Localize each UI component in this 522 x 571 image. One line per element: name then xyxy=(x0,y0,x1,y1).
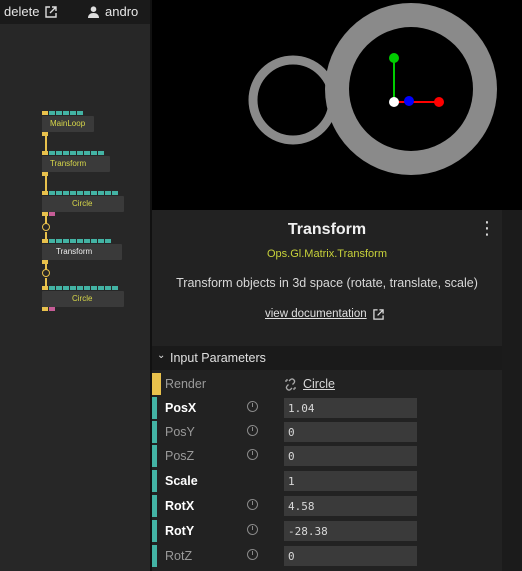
section-title: Input Parameters xyxy=(170,351,266,365)
param-name: RotZ xyxy=(165,549,193,563)
param-row-roty: RotY -28.38 xyxy=(152,519,502,543)
user-name: andro xyxy=(105,4,139,19)
animate-clock-icon[interactable] xyxy=(247,499,258,510)
param-row-posx: PosX 1.04 xyxy=(152,396,502,420)
port-type-indicator xyxy=(152,421,157,443)
param-input-rotz[interactable]: 0 xyxy=(284,546,417,566)
patch-op-circle-2[interactable]: Circle xyxy=(42,286,124,311)
external-link-icon xyxy=(45,5,58,18)
param-row-posy: PosY 0 xyxy=(152,420,502,444)
right-panel-strip xyxy=(502,210,522,571)
param-name: PosX xyxy=(165,401,197,415)
port-type-indicator xyxy=(152,520,157,542)
param-name: RotX xyxy=(165,499,195,513)
gizmo-x-handle[interactable] xyxy=(434,97,444,107)
param-input-posx[interactable]: 1.04 xyxy=(284,398,417,418)
op-inspector: Transform ⋮ Ops.Gl.Matrix.Transform Tran… xyxy=(152,210,502,571)
large-ring-hole xyxy=(349,27,473,151)
param-input-posz[interactable]: 0 xyxy=(284,446,417,466)
op-description: Transform objects in 3d space (rotate, t… xyxy=(176,276,478,290)
small-ring xyxy=(248,55,338,145)
doc-link-label: view documentation xyxy=(265,308,367,320)
patch-op-mainloop[interactable]: MainLoop xyxy=(42,111,94,136)
op-input-ports xyxy=(42,286,118,290)
view-documentation-link[interactable]: view documentation xyxy=(265,308,384,320)
param-name: PosY xyxy=(165,425,195,439)
user-menu[interactable]: andro xyxy=(88,4,138,19)
animate-clock-icon[interactable] xyxy=(247,425,258,436)
link-connector[interactable] xyxy=(42,269,50,277)
param-input-scale[interactable]: 1 xyxy=(284,471,417,491)
op-output-ports xyxy=(42,132,48,136)
delete-button[interactable]: delete xyxy=(4,4,58,19)
param-input-posy[interactable]: 0 xyxy=(284,422,417,442)
op-namespace: Ops.Gl.Matrix.Transform xyxy=(267,248,387,260)
param-name: PosZ xyxy=(165,449,195,463)
canvas-scene xyxy=(248,3,497,175)
port-type-indicator xyxy=(152,373,161,395)
op-label: Circle xyxy=(72,199,93,208)
patch-topbar: delete andro xyxy=(0,0,150,24)
port-type-indicator xyxy=(152,445,157,467)
animate-clock-icon[interactable] xyxy=(247,401,258,412)
op-output-ports xyxy=(42,307,55,311)
param-input-rotx[interactable]: 4.58 xyxy=(284,496,417,516)
render-canvas[interactable] xyxy=(152,0,522,210)
port-type-indicator xyxy=(152,495,157,517)
animate-clock-icon[interactable] xyxy=(247,524,258,535)
param-row-scale: Scale 1 xyxy=(152,469,502,493)
op-label: Transform xyxy=(50,159,87,168)
port-type-indicator xyxy=(152,397,157,419)
op-output-ports xyxy=(42,212,55,216)
op-input-ports xyxy=(42,239,111,243)
patch-op-circle[interactable]: Circle xyxy=(42,191,124,216)
gizmo-center-handle[interactable] xyxy=(389,97,399,107)
param-name: RotY xyxy=(165,524,195,538)
user-icon xyxy=(88,5,99,18)
animate-clock-icon[interactable] xyxy=(247,549,258,560)
chevron-down-icon: ⌄ xyxy=(157,350,166,361)
input-parameters-header[interactable]: ⌄ Input Parameters xyxy=(152,346,502,370)
link-connector[interactable] xyxy=(42,223,50,231)
op-input-ports xyxy=(42,111,83,115)
gizmo-y-handle[interactable] xyxy=(389,53,399,63)
op-label: MainLoop xyxy=(50,119,86,128)
port-type-indicator xyxy=(152,545,157,567)
op-output-ports xyxy=(42,172,48,176)
op-input-ports xyxy=(42,191,118,195)
patch-op-transform-2[interactable]: Transform xyxy=(42,239,122,264)
unlink-icon xyxy=(285,377,296,391)
animate-clock-icon[interactable] xyxy=(247,449,258,460)
delete-label: delete xyxy=(4,4,40,19)
param-row-posz: PosZ 0 xyxy=(152,444,502,468)
kebab-menu-icon[interactable]: ⋮ xyxy=(478,219,496,237)
op-label: Transform xyxy=(56,247,93,256)
param-row-rotz: RotZ 0 xyxy=(152,544,502,568)
param-name: Scale xyxy=(165,474,198,488)
patch-editor[interactable]: delete andro MainLoop Transform Circle T… xyxy=(0,0,150,571)
patch-op-transform[interactable]: Transform xyxy=(42,151,110,176)
param-row-rotx: RotX 4.58 xyxy=(152,494,502,518)
canvas-side xyxy=(502,0,522,210)
op-title: Transform xyxy=(287,221,367,238)
param-input-roty[interactable]: -28.38 xyxy=(284,521,417,541)
param-row-render: Render Circle xyxy=(152,372,502,396)
op-output-ports xyxy=(42,260,48,264)
gizmo-z-handle[interactable] xyxy=(404,96,414,106)
param-name: Render xyxy=(165,377,206,391)
op-input-ports xyxy=(42,151,104,155)
param-link-label: Circle xyxy=(303,377,335,391)
op-label: Circle xyxy=(72,294,93,303)
param-link-value[interactable]: Circle xyxy=(284,377,335,391)
external-link-icon xyxy=(372,308,384,320)
port-type-indicator xyxy=(152,470,157,492)
